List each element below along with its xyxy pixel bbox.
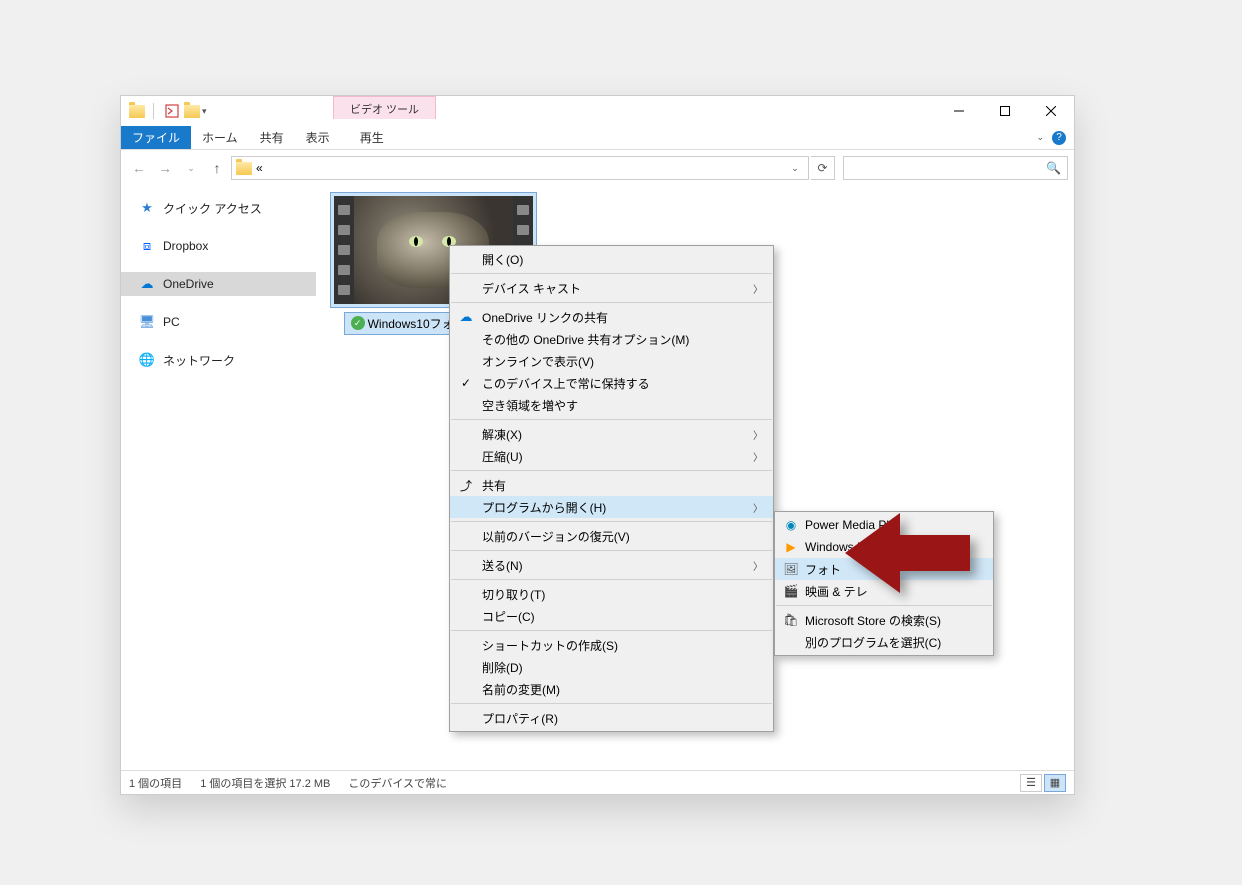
ctx-view-online[interactable]: オンラインで表示(V) — [450, 350, 773, 372]
qat-newfolder-icon[interactable] — [184, 105, 200, 118]
sidebar-item-quickaccess[interactable]: ★ クイック アクセス — [121, 196, 316, 220]
network-icon: 🌐 — [139, 352, 155, 368]
nav-recent-dropdown[interactable]: ⌄ — [179, 156, 203, 180]
store-icon: 🛍 — [783, 612, 799, 628]
context-menu: 開く(O) デバイス キャスト〉 ☁OneDrive リンクの共有 その他の O… — [449, 245, 774, 732]
ctx-extract[interactable]: 解凍(X)〉 — [450, 423, 773, 445]
ctx-free-space[interactable]: 空き領域を増やす — [450, 394, 773, 416]
sidebar-label: ネットワーク — [163, 352, 235, 369]
status-sync: このデバイスで常に — [348, 775, 447, 791]
dropbox-icon: ⧈ — [139, 238, 155, 254]
ctx-cast[interactable]: デバイス キャスト〉 — [450, 277, 773, 299]
cloud-icon: ☁ — [139, 276, 155, 292]
status-bar: 1 個の項目 1 個の項目を選択 17.2 MB このデバイスで常に ☰ ▦ — [121, 770, 1074, 794]
ctx-share[interactable]: ⤴共有 — [450, 474, 773, 496]
chevron-right-icon: 〉 — [753, 281, 763, 296]
address-folder-icon — [236, 162, 252, 175]
sidebar-label: クイック アクセス — [163, 200, 262, 217]
ctx-create-shortcut[interactable]: ショートカットの作成(S) — [450, 634, 773, 656]
chevron-right-icon: 〉 — [753, 427, 763, 442]
titlebar: ▾ ビデオ ツール — [121, 96, 1074, 126]
navigation-pane: ★ クイック アクセス ⧈ Dropbox ☁ OneDrive 🖥 PC 🌐 … — [121, 186, 316, 770]
qat-dropdown-icon[interactable]: ▾ — [202, 106, 207, 117]
app-folder-icon — [129, 105, 145, 118]
address-path-text: « — [256, 161, 263, 175]
sidebar-label: Dropbox — [163, 239, 208, 253]
context-tab-video-tools[interactable]: ビデオ ツール — [333, 96, 436, 119]
chevron-right-icon: 〉 — [753, 558, 763, 573]
sidebar-label: OneDrive — [163, 277, 214, 291]
ribbon-tabs: ファイル ホーム 共有 表示 再生 ⌄ ? — [121, 126, 1074, 150]
sidebar-label: PC — [163, 315, 180, 329]
search-input[interactable]: 🔍 — [843, 156, 1068, 180]
chevron-right-icon: 〉 — [753, 500, 763, 515]
movies-tv-icon: 🎬 — [783, 583, 799, 599]
ctx-properties[interactable]: プロパティ(R) — [450, 707, 773, 729]
tab-home[interactable]: ホーム — [191, 126, 249, 149]
ctx-open-with[interactable]: プログラムから開く(H)〉 — [450, 496, 773, 518]
tab-playback[interactable]: 再生 — [349, 126, 395, 149]
status-item-count: 1 個の項目 — [129, 775, 182, 791]
tab-share[interactable]: 共有 — [249, 126, 295, 149]
ctx-onedrive-more[interactable]: その他の OneDrive 共有オプション(M) — [450, 328, 773, 350]
nav-forward-button[interactable]: → — [153, 156, 177, 180]
address-dropdown-icon[interactable]: ⌄ — [786, 163, 804, 174]
ctx-onedrive-share[interactable]: ☁OneDrive リンクの共有 — [450, 306, 773, 328]
close-button[interactable] — [1028, 96, 1074, 126]
annotation-arrow — [845, 508, 975, 598]
cloud-icon: ☁ — [458, 309, 474, 325]
sidebar-item-network[interactable]: 🌐 ネットワーク — [121, 348, 316, 372]
minimize-button[interactable] — [936, 96, 982, 126]
sync-status-icon: ✓ — [351, 316, 365, 330]
help-icon[interactable]: ? — [1052, 131, 1066, 145]
sidebar-item-dropbox[interactable]: ⧈ Dropbox — [121, 234, 316, 258]
submenu-choose-another[interactable]: 別のプログラムを選択(C) — [775, 631, 993, 653]
photos-icon: 🖼 — [783, 561, 799, 577]
submenu-store-search[interactable]: 🛍Microsoft Store の検索(S) — [775, 609, 993, 631]
check-icon: ✓ — [458, 375, 474, 391]
wmp-icon: ▶ — [783, 539, 799, 555]
status-selection: 1 個の項目を選択 17.2 MB — [200, 775, 330, 791]
view-icons-button[interactable]: ▦ — [1044, 774, 1066, 792]
share-icon: ⤴ — [458, 477, 474, 493]
sidebar-item-pc[interactable]: 🖥 PC — [121, 310, 316, 334]
address-bar: ← → ⌄ ↑ « ⌄ ⟳ 🔍 — [121, 150, 1074, 186]
ctx-restore-versions[interactable]: 以前のバージョンの復元(V) — [450, 525, 773, 547]
maximize-button[interactable] — [982, 96, 1028, 126]
tab-view[interactable]: 表示 — [295, 126, 341, 149]
power-media-icon: ◉ — [783, 517, 799, 533]
nav-back-button[interactable]: ← — [127, 156, 151, 180]
ctx-copy[interactable]: コピー(C) — [450, 605, 773, 627]
refresh-button[interactable]: ⟳ — [811, 156, 835, 180]
ctx-delete[interactable]: 削除(D) — [450, 656, 773, 678]
sidebar-item-onedrive[interactable]: ☁ OneDrive — [121, 272, 316, 296]
ctx-rename[interactable]: 名前の変更(M) — [450, 678, 773, 700]
tab-file[interactable]: ファイル — [121, 126, 191, 149]
qat-properties-icon[interactable] — [162, 101, 182, 121]
ctx-always-keep[interactable]: ✓このデバイス上で常に保持する — [450, 372, 773, 394]
view-details-button[interactable]: ☰ — [1020, 774, 1042, 792]
ribbon-collapse-icon[interactable]: ⌄ — [1036, 132, 1044, 143]
star-icon: ★ — [139, 200, 155, 216]
nav-up-button[interactable]: ↑ — [205, 156, 229, 180]
ctx-cut[interactable]: 切り取り(T) — [450, 583, 773, 605]
ctx-compress[interactable]: 圧縮(U)〉 — [450, 445, 773, 467]
ctx-open[interactable]: 開く(O) — [450, 248, 773, 270]
ctx-send-to[interactable]: 送る(N)〉 — [450, 554, 773, 576]
chevron-right-icon: 〉 — [753, 449, 763, 464]
address-input[interactable]: « ⌄ — [231, 156, 809, 180]
pc-icon: 🖥 — [139, 314, 155, 330]
search-icon: 🔍 — [1046, 161, 1061, 175]
